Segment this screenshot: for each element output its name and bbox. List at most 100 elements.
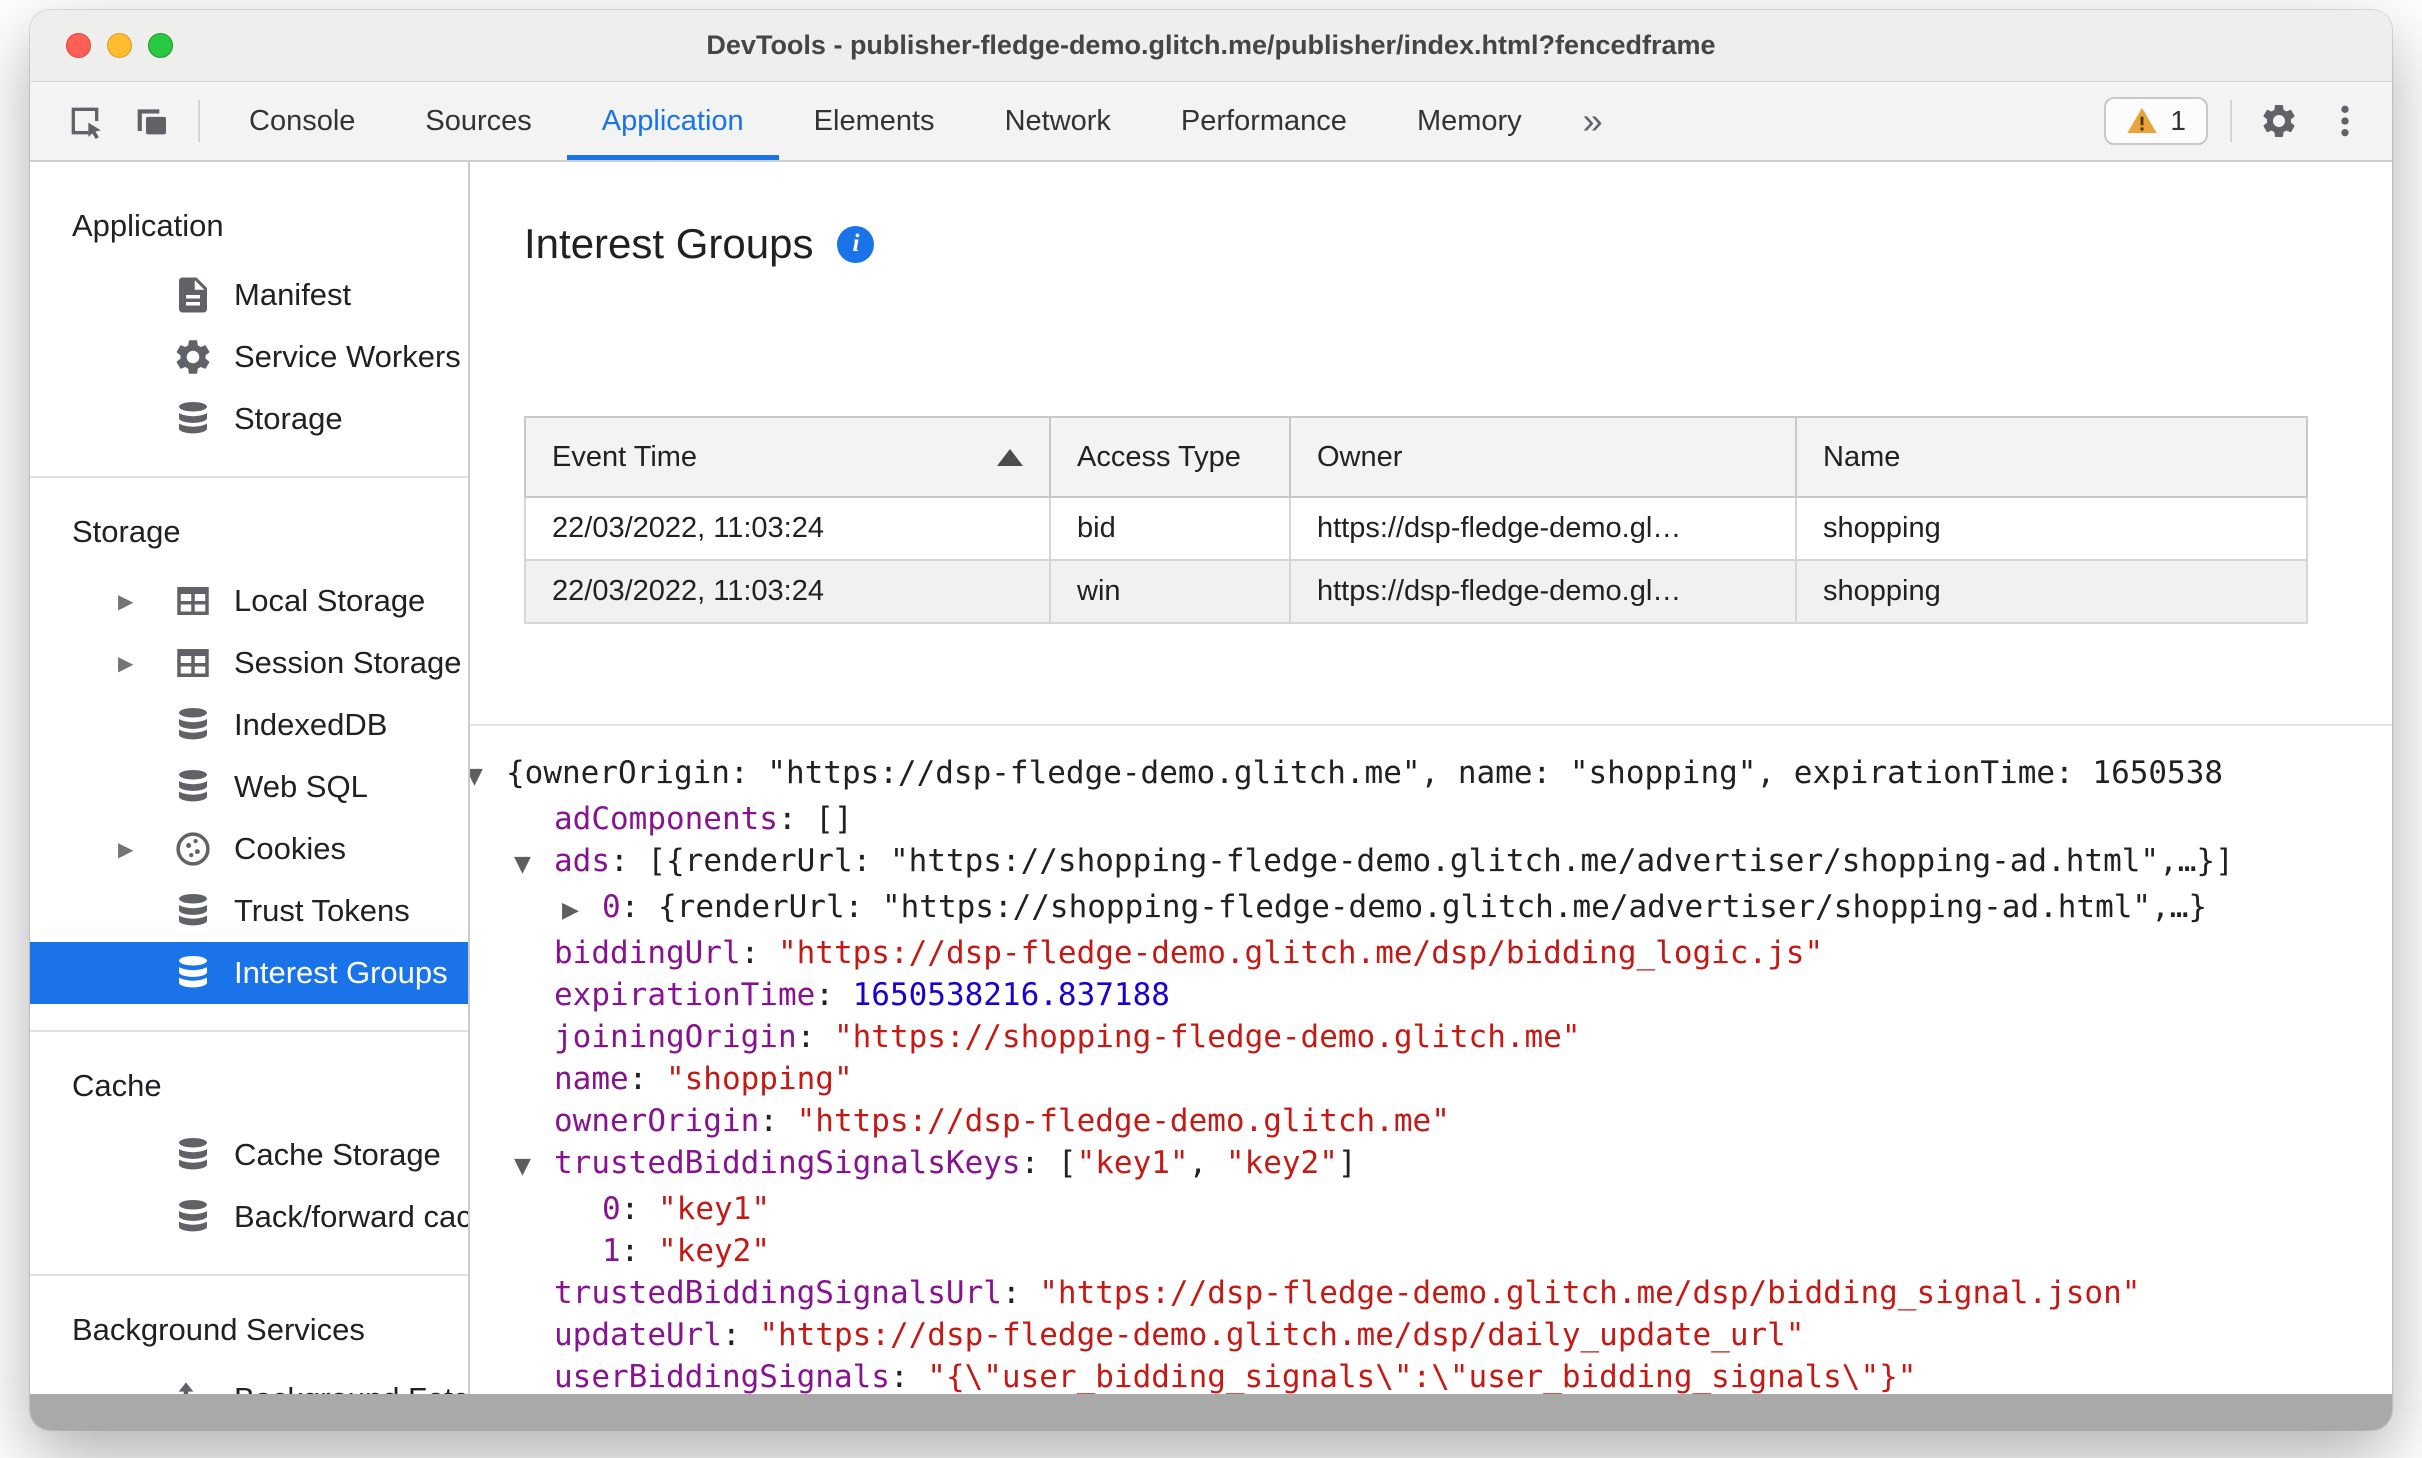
tree-node[interactable]: ownerOrigin: "https://dsp-fledge-demo.gl… [470,1100,2392,1142]
info-icon[interactable] [837,225,875,263]
tree-node[interactable]: adComponents: [] [470,798,2392,840]
tree-node[interactable]: name: "shopping" [470,1058,2392,1100]
sidebar-item-interest-groups[interactable]: Interest Groups [30,942,468,1004]
tree-property-name: trustedBiddingSignalsUrl [554,1275,1002,1311]
tree-node[interactable]: biddingUrl: "https://dsp-fledge-demo.gli… [470,932,2392,974]
sidebar-item-label: Storage [234,401,343,436]
gear-icon [172,336,214,378]
sidebar-item-label: Manifest [234,277,352,312]
sidebar-item-label: Trust Tokens [234,893,410,928]
sidebar-item-web-sql[interactable]: Web SQL [30,756,468,818]
table-icon [172,580,214,622]
database-icon [172,1196,214,1238]
column-header-event-time[interactable]: Event Time [524,416,1051,498]
table-icon [172,642,214,684]
toolbar-divider [2230,100,2232,142]
database-icon [172,1134,214,1176]
tab-memory[interactable]: Memory [1382,82,1557,160]
collapse-icon[interactable] [514,1142,554,1188]
tab-performance[interactable]: Performance [1146,82,1382,160]
column-header-name[interactable]: Name [1795,416,2308,498]
kebab-menu-icon [2325,101,2365,141]
tree-node[interactable]: ads: [{renderUrl: "https://shopping-fled… [470,840,2392,886]
toolbar-right-cluster: 1 [2104,82,2392,160]
tree-plain-value: : [ [1020,1145,1077,1181]
toolbar-divider [198,100,200,142]
gear-icon [2259,101,2299,141]
sidebar: Application Manifest Service Workers Storag… [30,162,470,1394]
database-icon [172,704,214,746]
database-icon [172,952,214,994]
sidebar-item-cache-storage[interactable]: Cache Storage [30,1124,468,1186]
sidebar-item-label: Web SQL [234,769,368,804]
collapse-icon[interactable] [514,840,554,886]
tree-string-value: "shopping" [665,1061,853,1097]
tree-property-name: 0 [602,889,621,925]
tree-node[interactable]: 1: "key2" [470,1230,2392,1272]
more-tabs-button[interactable]: » [1557,82,1629,160]
expand-icon[interactable] [118,589,172,613]
table-cell: 22/03/2022, 11:03:24 [524,559,1051,624]
sidebar-item-label: Cache Storage [234,1137,441,1172]
tree-node[interactable]: trustedBiddingSignalsKeys: ["key1", "key… [470,1142,2392,1188]
column-header-owner[interactable]: Owner [1289,416,1797,498]
tree-plain-value: : [796,1019,834,1055]
sidebar-item-session-storage[interactable]: Session Storage [30,632,468,694]
tree-string-value: "key2" [1225,1145,1338,1181]
minimize-window-button[interactable] [107,33,132,58]
tab-application[interactable]: Application [566,82,779,160]
sidebar-item-manifest[interactable]: Manifest [30,264,468,326]
tab-sources[interactable]: Sources [390,82,566,160]
table-cell: shopping [1795,559,2308,624]
table-row[interactable]: 22/03/2022, 11:03:24 win https://dsp-fledg… [524,559,2308,624]
sidebar-item-back-forward-cach[interactable]: Back/forward cach [30,1186,468,1248]
table-row[interactable]: 22/03/2022, 11:03:24 bid https://dsp-fledg… [524,496,2308,561]
tree-number-value: 1650538216.837188 [852,977,1170,1013]
inspect-element-button[interactable] [52,82,118,160]
tree-plain-value: : [759,1103,797,1139]
events-table-body: 22/03/2022, 11:03:24 bid https://dsp-fledg… [524,496,2308,624]
expand-icon[interactable] [118,651,172,675]
close-window-button[interactable] [66,33,91,58]
table-cell: shopping [1795,496,2308,561]
tree-node[interactable]: updateUrl: "https://dsp-fledge-demo.glit… [470,1314,2392,1356]
tree-plain-value: : [] [777,801,853,837]
tree-node[interactable]: joiningOrigin: "https://shopping-fledge-… [470,1016,2392,1058]
sidebar-item-service-workers[interactable]: Service Workers [30,326,468,388]
tree-node[interactable]: 0: {renderUrl: "https://shopping-fledge-… [470,886,2392,932]
warning-icon [2126,105,2158,137]
tab-elements[interactable]: Elements [779,82,970,160]
sidebar-item-label: Back/forward cach [234,1199,468,1234]
tree-string-value: "https://dsp-fledge-demo.glitch.me" [796,1103,1450,1139]
tab-network[interactable]: Network [970,82,1146,160]
tree-plain-value: : {renderUrl: "https://shopping-fledge-d… [620,889,2208,925]
column-header-access-type[interactable]: Access Type [1049,416,1291,498]
sidebar-item-cookies[interactable]: Cookies [30,818,468,880]
sidebar-item-storage[interactable]: Storage [30,388,468,450]
collapse-icon[interactable] [470,752,506,798]
tree-plain-value: : [721,1317,760,1353]
issues-counter-button[interactable]: 1 [2104,97,2208,145]
tab-console[interactable]: Console [214,82,390,160]
sidebar-item-trust-tokens[interactable]: Trust Tokens [30,880,468,942]
expand-icon[interactable] [562,886,602,932]
tree-node[interactable]: userBiddingSignals: "{\"user_bidding_sig… [470,1356,2392,1394]
fullscreen-window-button[interactable] [148,33,173,58]
tree-node[interactable]: {ownerOrigin: "https://dsp-fledge-demo.g… [470,752,2392,798]
tree-node[interactable]: expirationTime: 1650538216.837188 [470,974,2392,1016]
customize-devtools-button[interactable] [2312,82,2378,160]
settings-button[interactable] [2246,82,2312,160]
tree-string-value: "https://dsp-fledge-demo.glitch.me/dsp/b… [777,935,1824,971]
tree-property-name: name [554,1061,629,1097]
expand-icon[interactable] [118,837,172,861]
tree-property-name: updateUrl [554,1317,722,1353]
sidebar-item-indexeddb[interactable]: IndexedDB [30,694,468,756]
sidebar-item-local-storage[interactable]: Local Storage [30,570,468,632]
sidebar-section-title: Storage [72,514,181,549]
sidebar-item-background-fetch[interactable]: Background Fetch [30,1368,468,1394]
tree-node[interactable]: trustedBiddingSignalsUrl: "https://dsp-f… [470,1272,2392,1314]
tree-node[interactable]: 0: "key1" [470,1188,2392,1230]
titlebar: DevTools - publisher-fledge-demo.glitch.… [30,10,2392,82]
toggle-device-toolbar-button[interactable] [118,82,184,160]
